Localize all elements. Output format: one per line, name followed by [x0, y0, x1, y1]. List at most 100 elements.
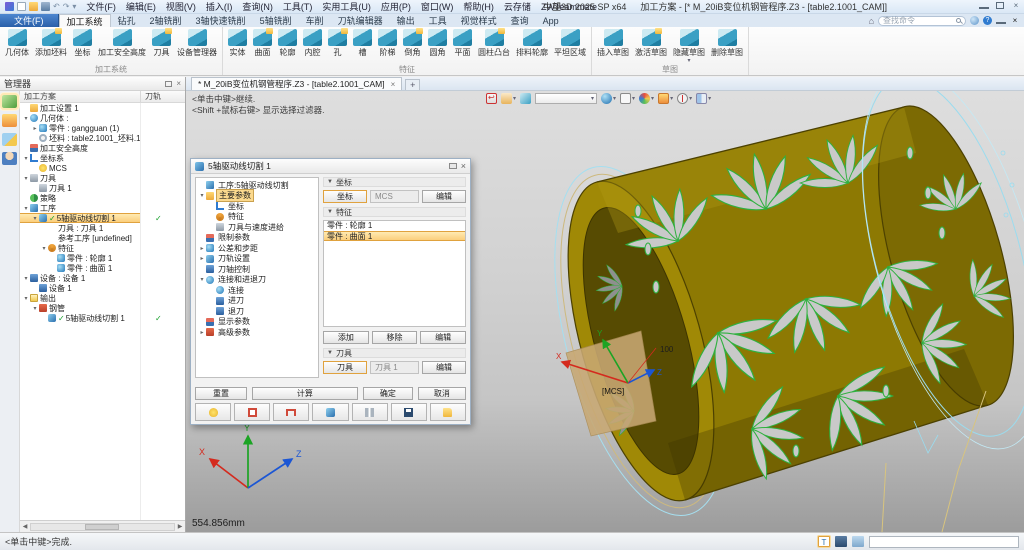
calculate-button[interactable]: 计算: [252, 387, 358, 400]
status-input-field[interactable]: [869, 536, 1019, 548]
tree-row[interactable]: 加工设置 1: [20, 103, 185, 113]
new-file-icon[interactable]: [17, 2, 26, 11]
ribbon-button[interactable]: 曲面: [250, 28, 275, 58]
tree-row[interactable]: ▾钢管: [20, 303, 185, 313]
column-toolpath[interactable]: 刀轨: [141, 91, 185, 102]
feature-list[interactable]: 零件 : 轮廓 1零件 : 曲面 1: [323, 220, 466, 327]
menu-item[interactable]: 插入(I): [201, 0, 238, 13]
help-icon[interactable]: ?: [983, 16, 992, 25]
history-tab-icon[interactable]: [2, 114, 17, 127]
dialog-tree-row[interactable]: ▾连接和进退刀: [196, 275, 318, 286]
ribbon-button[interactable]: 加工安全高度: [95, 28, 149, 58]
toolpath-edit-button[interactable]: [273, 403, 309, 421]
ribbon-button[interactable]: 刀具: [149, 28, 174, 58]
ribbon-button[interactable]: 圆角: [425, 28, 450, 58]
tree-row[interactable]: ▸零件 : gangguan (1): [20, 123, 185, 133]
file-menu-button[interactable]: 文件(F): [0, 14, 59, 27]
feature-list-item[interactable]: 零件 : 轮廓 1: [324, 221, 465, 231]
shading-mode-icon[interactable]: [601, 93, 612, 104]
expander-icon[interactable]: ▾: [22, 175, 30, 182]
ribbon-tab[interactable]: 5轴铣削: [253, 14, 299, 27]
ribbon-button[interactable]: 孔: [325, 28, 350, 58]
ribbon-button[interactable]: 平面: [450, 28, 475, 58]
document-tab[interactable]: * M_20iB变位机钢管程序.Z3 - [table2.1001_CAM] ×: [191, 77, 402, 90]
ribbon-tab[interactable]: 刀轨编辑器: [331, 14, 390, 27]
ribbon-tab[interactable]: 查询: [504, 14, 536, 27]
tree-row[interactable]: 零件 : 轮廓 1: [20, 253, 185, 263]
ribbon-button[interactable]: 槽: [350, 28, 375, 58]
library-button[interactable]: [312, 403, 348, 421]
tree-row[interactable]: ✓5轴驱动线切割 1✓: [20, 313, 185, 323]
dialog-tree-row[interactable]: 进刀: [196, 296, 318, 307]
dialog-tree-row[interactable]: 特征: [196, 212, 318, 223]
tree-row[interactable]: 参考工序 [undefined]: [20, 233, 185, 243]
expander-icon[interactable]: ▸: [31, 125, 39, 132]
cancel-button[interactable]: 取消: [418, 387, 466, 400]
wireframe-mode-icon[interactable]: [620, 93, 631, 104]
pipe-model[interactable]: [539, 92, 1024, 516]
ribbon-tab[interactable]: 2轴铣削: [143, 14, 189, 27]
window-mode-icon[interactable]: [852, 536, 864, 547]
dialog-tree-row[interactable]: 工序:5轴驱动线切割: [196, 180, 318, 191]
ribbon-tab[interactable]: 输出: [390, 14, 422, 27]
panel-close-icon[interactable]: ×: [176, 79, 181, 89]
ribbon-button[interactable]: 设备管理器: [174, 28, 220, 58]
tree-row[interactable]: 策略: [20, 193, 185, 203]
ribbon-button[interactable]: 删除草图: [708, 28, 746, 58]
tool-section-header[interactable]: ▼刀具: [323, 348, 466, 358]
expander-icon[interactable]: ▾: [22, 205, 30, 212]
redo-icon[interactable]: ↷: [63, 2, 70, 11]
menu-item[interactable]: 视图(V): [161, 0, 201, 13]
menu-item[interactable]: 应用(P): [376, 0, 416, 13]
coord-edit-button[interactable]: 编辑: [422, 190, 466, 203]
ribbon-tab[interactable]: App: [536, 14, 566, 27]
ribbon-button[interactable]: 激活草图: [632, 28, 670, 58]
dialog-tree-row[interactable]: 刀具与速度进给: [196, 222, 318, 233]
tab-close-icon[interactable]: ×: [391, 80, 396, 89]
ribbon-button[interactable]: 插入草图: [594, 28, 632, 58]
coord-pick-button[interactable]: 坐标: [323, 190, 367, 203]
dialog-titlebar[interactable]: 5轴驱动线切割 1 ×: [191, 159, 470, 174]
tree-row[interactable]: ▾设备 : 设备 1: [20, 273, 185, 283]
expander-icon[interactable]: ▸: [198, 255, 206, 262]
dialog-tree-row[interactable]: 刀轴控制: [196, 264, 318, 275]
ribbon-button[interactable]: 内腔: [300, 28, 325, 58]
feature-list-item[interactable]: 零件 : 曲面 1: [324, 231, 465, 241]
dialog-tree-row[interactable]: ▸高级参数: [196, 327, 318, 338]
scrollbar-track[interactable]: [30, 523, 175, 531]
menu-item[interactable]: 实用工具(U): [317, 0, 376, 13]
ok-button[interactable]: 确定: [363, 387, 413, 400]
menu-item[interactable]: 查询(N): [237, 0, 278, 13]
column-plan[interactable]: 加工方案: [20, 91, 141, 102]
ribbon-tab[interactable]: 3轴快速铣削: [189, 14, 253, 27]
tree-row[interactable]: MCS: [20, 163, 185, 173]
customize-dropdown-icon[interactable]: ▾: [72, 2, 76, 11]
menu-item[interactable]: 帮助(H): [458, 0, 499, 13]
tree-row[interactable]: 坯料 : table2.1001_坯料.1 (2): [20, 133, 185, 143]
tree-row[interactable]: 刀具 1: [20, 183, 185, 193]
horizontal-scrollbar[interactable]: ◀ ▶: [20, 520, 185, 532]
window-layout-icon[interactable]: [696, 93, 707, 104]
expander-icon[interactable]: ▾: [31, 215, 39, 222]
graphics-canvas[interactable]: <单击中键>继续. <Shift +鼠标右键> 显示选择过滤器. ▾ ▾ ▾ ▾…: [186, 91, 1024, 532]
view-tab-icon[interactable]: [2, 133, 17, 146]
doc-minimize-button[interactable]: [996, 18, 1006, 24]
expander-icon[interactable]: ▾: [22, 115, 30, 122]
appearance-icon[interactable]: [501, 93, 512, 104]
hint-button[interactable]: [195, 403, 231, 421]
feature-add-button[interactable]: 添加: [323, 331, 369, 344]
tree-row[interactable]: ▾刀具: [20, 173, 185, 183]
dialog-tree-row[interactable]: 限制参数: [196, 233, 318, 244]
tool-edit-button[interactable]: 编辑: [422, 361, 466, 374]
reset-button[interactable]: 重置: [195, 387, 247, 400]
ribbon-button[interactable]: 坐标: [70, 28, 95, 58]
ribbon-button[interactable]: 隐藏草图▾: [670, 28, 708, 63]
ribbon-button[interactable]: 倒角: [400, 28, 425, 58]
ribbon-button[interactable]: 平坦区域: [551, 28, 589, 58]
tree-row[interactable]: ▾几何体 :: [20, 113, 185, 123]
ribbon-tab[interactable]: 加工系统: [59, 14, 111, 27]
menu-item[interactable]: 窗口(W): [416, 0, 459, 13]
feature-edit-button[interactable]: 编辑: [420, 331, 466, 344]
expander-icon[interactable]: ▾: [40, 245, 48, 252]
command-search-input[interactable]: 查找命令: [878, 16, 966, 26]
